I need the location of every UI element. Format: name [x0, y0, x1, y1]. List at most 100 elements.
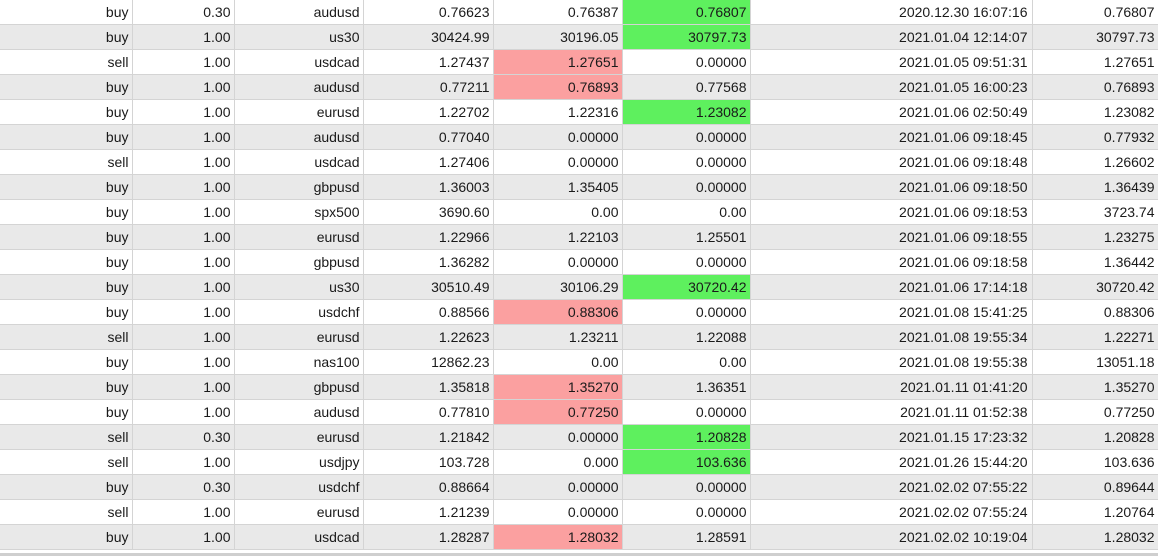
volume-cell: 1.00: [132, 524, 235, 550]
volume-cell: 1.00: [132, 249, 235, 275]
open-price-cell: 0.76623: [363, 0, 494, 25]
trade-history-table: buy 0.30 audusd 0.76623 0.76387 0.76807 2020.1…: [0, 0, 1158, 550]
trade-type-cell: buy: [0, 99, 133, 125]
symbol-cell: usdchf: [234, 299, 364, 325]
symbol-cell: eurusd: [234, 224, 364, 250]
close-price-cell: 0.88306: [1032, 299, 1158, 325]
volume-cell: 1.00: [132, 174, 235, 200]
trade-type-cell: sell: [0, 324, 133, 350]
take-profit-cell: 0.00000: [622, 174, 751, 200]
open-price-cell: 1.35818: [363, 374, 494, 400]
symbol-cell: usdcad: [234, 149, 364, 175]
table-row[interactable]: buy 1.00 gbpusd 1.36003 1.35405 0.00000 2021.0…: [0, 174, 1158, 200]
open-price-cell: 3690.60: [363, 199, 494, 225]
trade-type-cell: buy: [0, 524, 133, 550]
symbol-cell: usdchf: [234, 474, 364, 500]
take-profit-cell: 0.00000: [622, 124, 751, 150]
close-time-cell: 2021.01.05 09:51:31: [750, 49, 1033, 75]
table-row[interactable]: buy 0.30 usdchf 0.88664 0.00000 0.00000 2021.0…: [0, 474, 1158, 500]
close-price-cell: 1.28032: [1032, 524, 1158, 550]
open-price-cell: 1.27437: [363, 49, 494, 75]
table-row[interactable]: sell 1.00 eurusd 1.21239 0.00000 0.00000 2021.…: [0, 499, 1158, 525]
close-time-cell: 2021.01.05 16:00:23: [750, 74, 1033, 100]
table-row[interactable]: buy 1.00 us30 30510.49 30106.29 30720.42 2021.…: [0, 274, 1158, 300]
close-price-cell: 1.36442: [1032, 249, 1158, 275]
close-time-cell: 2021.01.08 19:55:38: [750, 349, 1033, 375]
table-row[interactable]: sell 1.00 usdcad 1.27437 1.27651 0.00000 2021.…: [0, 49, 1158, 75]
take-profit-cell: 0.00000: [622, 299, 751, 325]
close-price-cell: 1.20764: [1032, 499, 1158, 525]
take-profit-cell: 0.00000: [622, 249, 751, 275]
open-price-cell: 0.77040: [363, 124, 494, 150]
table-row[interactable]: buy 1.00 eurusd 1.22966 1.22103 1.25501 2021.0…: [0, 224, 1158, 250]
volume-cell: 0.30: [132, 0, 235, 25]
open-price-cell: 1.22623: [363, 324, 494, 350]
open-price-cell: 0.88664: [363, 474, 494, 500]
stop-loss-cell: 0.88306: [493, 299, 623, 325]
close-price-cell: 1.23082: [1032, 99, 1158, 125]
table-row[interactable]: buy 1.00 audusd 0.77211 0.76893 0.77568 2021.0…: [0, 74, 1158, 100]
trade-type-cell: buy: [0, 249, 133, 275]
volume-cell: 1.00: [132, 499, 235, 525]
symbol-cell: gbpusd: [234, 249, 364, 275]
take-profit-cell: 1.22088: [622, 324, 751, 350]
stop-loss-cell: 1.35270: [493, 374, 623, 400]
stop-loss-cell: 1.22316: [493, 99, 623, 125]
table-row[interactable]: buy 1.00 nas100 12862.23 0.00 0.00 2021.01.08 …: [0, 349, 1158, 375]
table-row[interactable]: buy 1.00 spx500 3690.60 0.00 0.00 2021.01.06 0…: [0, 199, 1158, 225]
table-row[interactable]: sell 1.00 usdcad 1.27406 0.00000 0.00000 2021.…: [0, 149, 1158, 175]
table-row[interactable]: buy 1.00 gbpusd 1.36282 0.00000 0.00000 2021.0…: [0, 249, 1158, 275]
close-time-cell: 2021.02.02 10:19:04: [750, 524, 1033, 550]
open-price-cell: 30424.99: [363, 24, 494, 50]
close-price-cell: 0.89644: [1032, 474, 1158, 500]
stop-loss-cell: 30196.05: [493, 24, 623, 50]
stop-loss-cell: 1.22103: [493, 224, 623, 250]
volume-cell: 1.00: [132, 349, 235, 375]
volume-cell: 1.00: [132, 199, 235, 225]
trade-type-cell: buy: [0, 374, 133, 400]
stop-loss-cell: 0.000: [493, 449, 623, 475]
table-row[interactable]: buy 1.00 us30 30424.99 30196.05 30797.73 2021.…: [0, 24, 1158, 50]
trade-type-cell: buy: [0, 224, 133, 250]
take-profit-cell: 0.00000: [622, 474, 751, 500]
take-profit-cell: 1.25501: [622, 224, 751, 250]
close-price-cell: 0.76893: [1032, 74, 1158, 100]
take-profit-cell: 0.00: [622, 199, 751, 225]
volume-cell: 1.00: [132, 74, 235, 100]
stop-loss-cell: 0.76893: [493, 74, 623, 100]
table-row[interactable]: buy 1.00 gbpusd 1.35818 1.35270 1.36351 2021.0…: [0, 374, 1158, 400]
stop-loss-cell: 0.00000: [493, 474, 623, 500]
trade-type-cell: buy: [0, 74, 133, 100]
close-price-cell: 103.636: [1032, 449, 1158, 475]
trade-type-cell: sell: [0, 49, 133, 75]
table-row[interactable]: buy 1.00 eurusd 1.22702 1.22316 1.23082 2021.0…: [0, 99, 1158, 125]
close-time-cell: 2021.01.06 09:18:45: [750, 124, 1033, 150]
open-price-cell: 1.36003: [363, 174, 494, 200]
symbol-cell: eurusd: [234, 424, 364, 450]
open-price-cell: 1.28287: [363, 524, 494, 550]
table-row[interactable]: sell 1.00 usdjpy 103.728 0.000 103.636 2021.01…: [0, 449, 1158, 475]
trade-rows: buy 0.30 audusd 0.76623 0.76387 0.76807 2020.1…: [0, 0, 1158, 550]
table-row[interactable]: buy 1.00 audusd 0.77040 0.00000 0.00000 2021.0…: [0, 124, 1158, 150]
open-price-cell: 1.22702: [363, 99, 494, 125]
close-time-cell: 2021.01.06 09:18:50: [750, 174, 1033, 200]
table-row[interactable]: sell 1.00 eurusd 1.22623 1.23211 1.22088 2021.…: [0, 324, 1158, 350]
close-time-cell: 2021.01.06 09:18:53: [750, 199, 1033, 225]
symbol-cell: usdcad: [234, 524, 364, 550]
close-time-cell: 2021.01.06 17:14:18: [750, 274, 1033, 300]
volume-cell: 1.00: [132, 49, 235, 75]
trade-type-cell: sell: [0, 449, 133, 475]
table-row[interactable]: sell 0.30 eurusd 1.21842 0.00000 1.20828 2021.…: [0, 424, 1158, 450]
close-time-cell: 2021.01.06 09:18:55: [750, 224, 1033, 250]
table-row[interactable]: buy 1.00 usdcad 1.28287 1.28032 1.28591 2021.0…: [0, 524, 1158, 550]
open-price-cell: 1.36282: [363, 249, 494, 275]
take-profit-cell: 1.20828: [622, 424, 751, 450]
table-row[interactable]: buy 0.30 audusd 0.76623 0.76387 0.76807 2020.1…: [0, 0, 1158, 25]
table-row[interactable]: buy 1.00 usdchf 0.88566 0.88306 0.00000 2021.0…: [0, 299, 1158, 325]
close-price-cell: 30720.42: [1032, 274, 1158, 300]
trade-history-grid[interactable]: buy 0.30 audusd 0.76623 0.76387 0.76807 2020.1…: [0, 0, 1158, 553]
close-time-cell: 2021.01.11 01:41:20: [750, 374, 1033, 400]
take-profit-cell: 1.23082: [622, 99, 751, 125]
table-row[interactable]: buy 1.00 audusd 0.77810 0.77250 0.00000 2021.0…: [0, 399, 1158, 425]
trade-type-cell: buy: [0, 24, 133, 50]
